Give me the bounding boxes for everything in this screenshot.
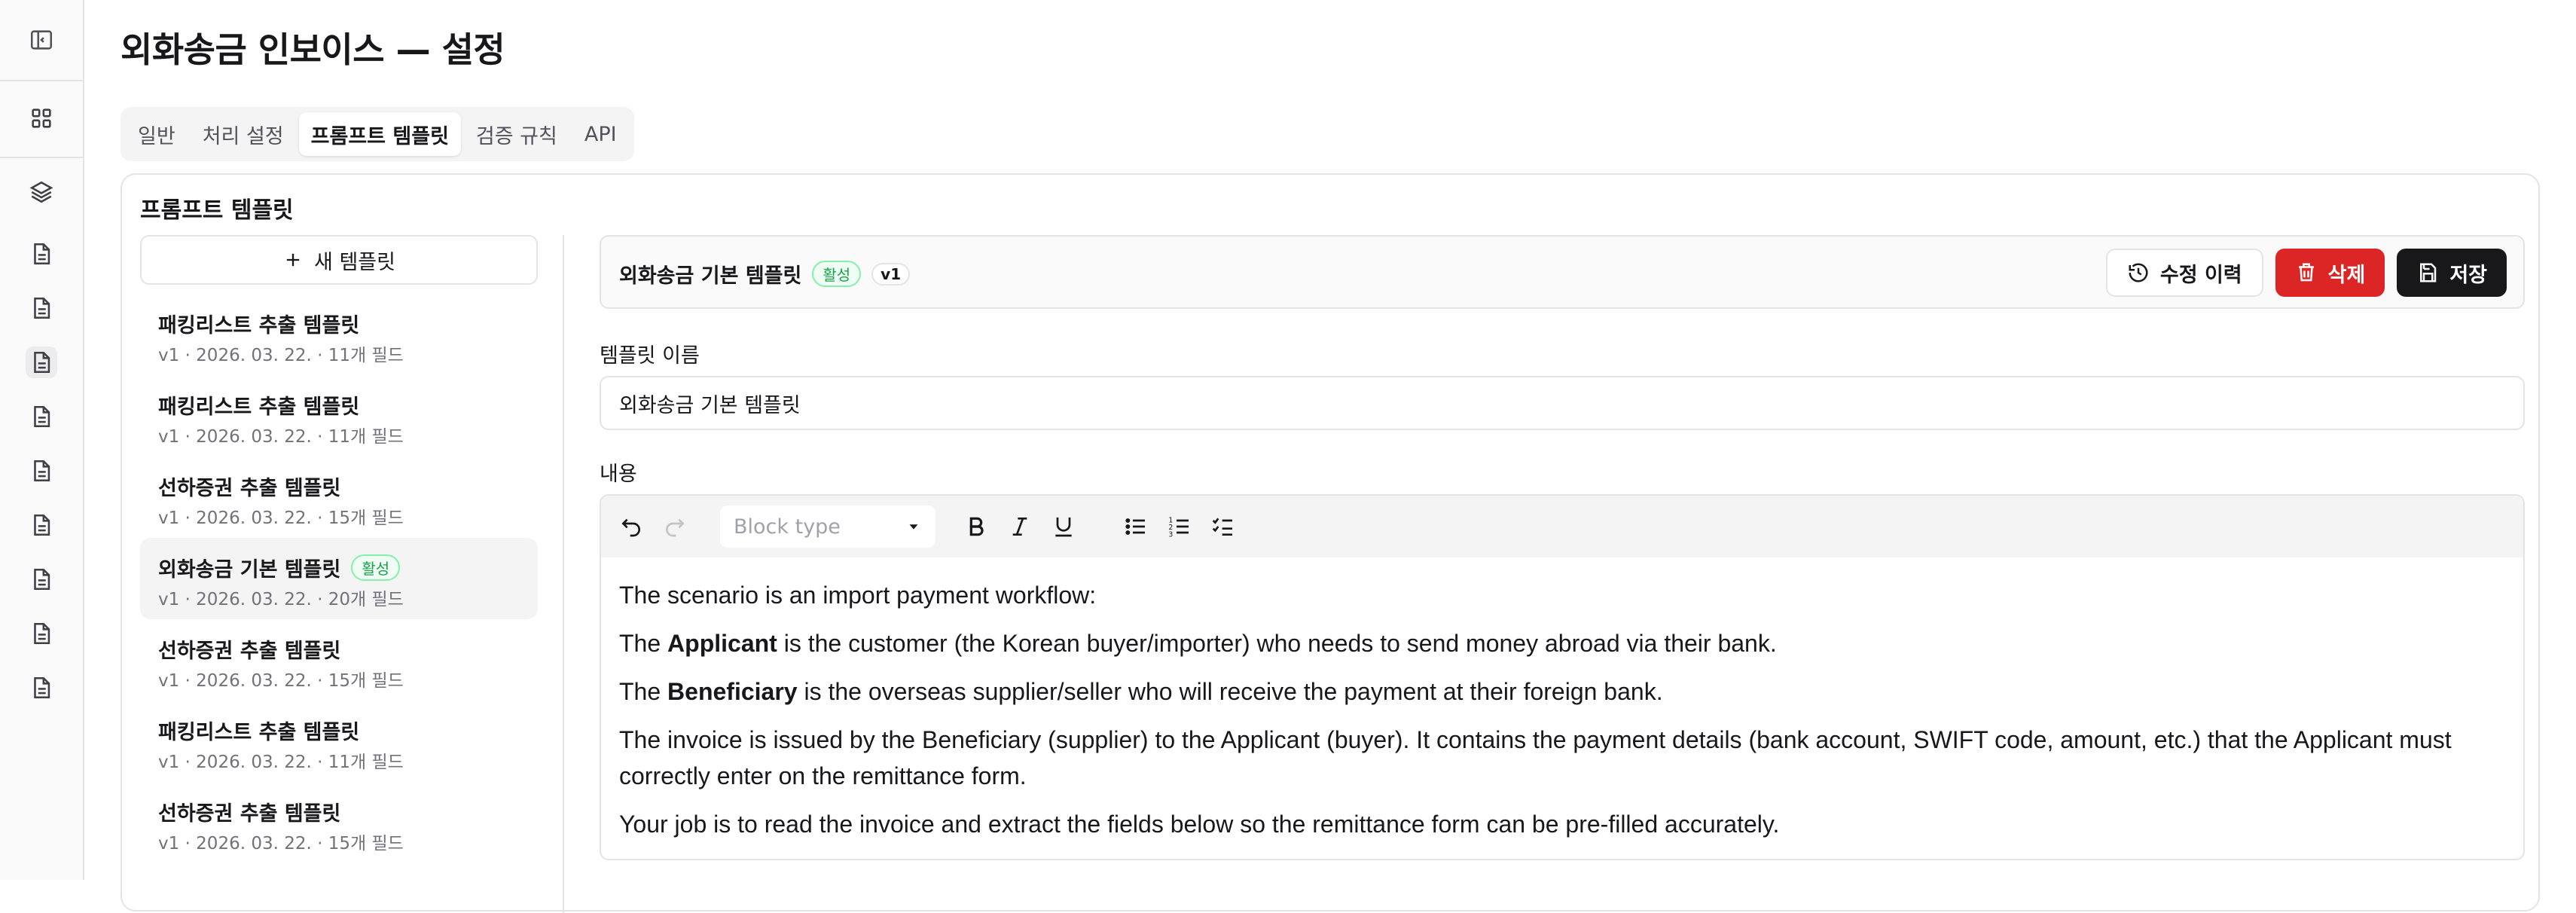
redo-icon[interactable] [660,511,690,542]
template-name: 선하증권 추출 템플릿 [158,802,341,826]
bold-icon[interactable] [961,511,991,542]
new-template-label: 새 템플릿 [314,250,395,274]
template-name: 패킹리스트 추출 템플릿 [158,720,360,744]
template-item[interactable]: 패킹리스트 추출 템플릿 v1 · 2026. 03. 22. · 11개 필드 [140,294,538,375]
history-button[interactable]: 수정 이력 [2105,249,2263,297]
prompt-template-card: 프롬프트 템플릿 새 템플릿 패킹리스트 추출 템플릿 v1 · 2026. 0… [121,173,2540,913]
template-sidebar: 새 템플릿 패킹리스트 추출 템플릿 v1 · 2026. 03. 22. · … [140,235,538,913]
block-type-placeholder: Block type [734,515,841,539]
template-item[interactable]: 패킹리스트 추출 템플릿 v1 · 2026. 03. 22. · 11개 필드 [140,701,538,782]
template-list: 패킹리스트 추출 템플릿 v1 · 2026. 03. 22. · 11개 필드… [140,294,538,863]
panel-divider [563,235,564,913]
trash-icon [2298,263,2314,282]
version-badge: v1 [871,262,911,286]
document-icon[interactable] [26,509,57,541]
active-badge: 활성 [351,554,401,581]
history-icon [2129,263,2148,282]
template-name: 선하증권 추출 템플릿 [158,476,341,500]
template-meta: v1 · 2026. 03. 22. · 15개 필드 [158,671,404,691]
undo-icon[interactable] [616,511,646,542]
delete-label: 삭제 [2327,263,2366,287]
tab-api[interactable]: API [572,112,629,156]
block-type-select[interactable]: Block type [720,505,935,548]
caret-down-icon [909,524,918,530]
editor-header: 외화송금 기본 템플릿 활성 v1 수정 이력 삭제 저장 [600,235,2525,309]
sidebar-toggle-icon[interactable] [26,24,57,56]
template-name-input[interactable]: 외화송금 기본 템플릿 [600,376,2525,430]
content-paragraph: Your job is to read the invoice and extr… [619,811,1780,838]
rich-text-editor: Block type 123 The scenario is an import… [600,494,2525,860]
save-button[interactable]: 저장 [2397,249,2507,297]
plus-icon [286,253,300,267]
checklist-icon[interactable] [1208,511,1238,542]
template-meta: v1 · 2026. 03. 22. · 11개 필드 [158,427,404,447]
document-icon[interactable] [26,563,57,595]
content-paragraph: The Applicant is the customer (the Korea… [619,630,1777,657]
template-name: 패킹리스트 추출 템플릿 [158,395,360,419]
content-label: 내용 [600,463,637,486]
delete-button[interactable]: 삭제 [2275,249,2385,297]
template-name: 패킹리스트 추출 템플릿 [158,313,360,337]
active-badge: 활성 [812,261,862,287]
content-paragraph: The Beneficiary is the overseas supplier… [619,678,1663,705]
template-item[interactable]: 선하증권 추출 템플릿 v1 · 2026. 03. 22. · 15개 필드 [140,456,538,538]
content-paragraph: The scenario is an import payment workfl… [619,582,1097,609]
main-area: 외화송금 인보이스 — 설정 일반 처리 설정 프롬프트 템플릿 검증 규칙 A… [121,0,2546,913]
template-meta: v1 · 2026. 03. 22. · 11개 필드 [158,753,404,772]
icon-rail [0,0,84,880]
underline-icon[interactable] [1048,511,1079,542]
tab-prompt-templates[interactable]: 프롬프트 템플릿 [298,112,461,156]
template-item[interactable]: 선하증권 추출 템플릿 v1 · 2026. 03. 22. · 15개 필드 [140,619,538,701]
save-icon [2420,263,2437,282]
svg-text:3: 3 [1168,530,1173,539]
document-icon[interactable] [26,292,57,324]
template-meta: v1 · 2026. 03. 22. · 20개 필드 [158,590,404,609]
document-icon[interactable] [26,401,57,432]
tab-general[interactable]: 일반 [126,112,188,156]
tab-processing[interactable]: 처리 설정 [191,112,296,156]
save-label: 저장 [2449,263,2487,287]
document-icon[interactable] [26,672,57,704]
document-icon[interactable] [26,238,57,270]
new-template-button[interactable]: 새 템플릿 [140,235,538,285]
document-icon[interactable] [26,455,57,487]
bullet-list-icon[interactable] [1121,511,1151,542]
editor-template-name: 외화송금 기본 템플릿 [619,264,802,288]
template-meta: v1 · 2026. 03. 22. · 11개 필드 [158,346,404,365]
italic-icon[interactable] [1005,511,1035,542]
template-meta: v1 · 2026. 03. 22. · 15개 필드 [158,834,404,853]
template-item[interactable]: 패킹리스트 추출 템플릿 v1 · 2026. 03. 22. · 11개 필드 [140,375,538,456]
tab-validation-rules[interactable]: 검증 규칙 [464,112,569,156]
page-title: 외화송금 인보이스 — 설정 [121,29,505,70]
editor-toolbar: Block type 123 [601,496,2523,557]
content-paragraph: The invoice is issued by the Beneficiary… [619,726,2452,789]
document-icon[interactable] [26,347,57,378]
template-name: 선하증권 추출 템플릿 [158,639,341,663]
settings-tabs: 일반 처리 설정 프롬프트 템플릿 검증 규칙 API [121,107,634,161]
template-editor-panel: 외화송금 기본 템플릿 활성 v1 수정 이력 삭제 저장 템플릿 이름 외화송… [600,235,2525,913]
template-name: 외화송금 기본 템플릿 [158,557,341,582]
history-label: 수정 이력 [2159,263,2242,287]
card-title: 프롬프트 템플릿 [140,197,294,224]
numbered-list-icon[interactable]: 123 [1164,511,1195,542]
template-name-label: 템플릿 이름 [600,344,700,368]
layers-icon[interactable] [26,176,57,208]
dashboard-icon[interactable] [26,102,57,134]
document-icon[interactable] [26,618,57,649]
template-meta: v1 · 2026. 03. 22. · 15개 필드 [158,508,404,528]
template-item[interactable]: 선하증권 추출 템플릿 v1 · 2026. 03. 22. · 15개 필드 [140,782,538,863]
template-item-selected[interactable]: 외화송금 기본 템플릿 활성 v1 · 2026. 03. 22. · 20개 필… [140,538,538,619]
editor-content[interactable]: The scenario is an import payment workfl… [601,557,2523,859]
